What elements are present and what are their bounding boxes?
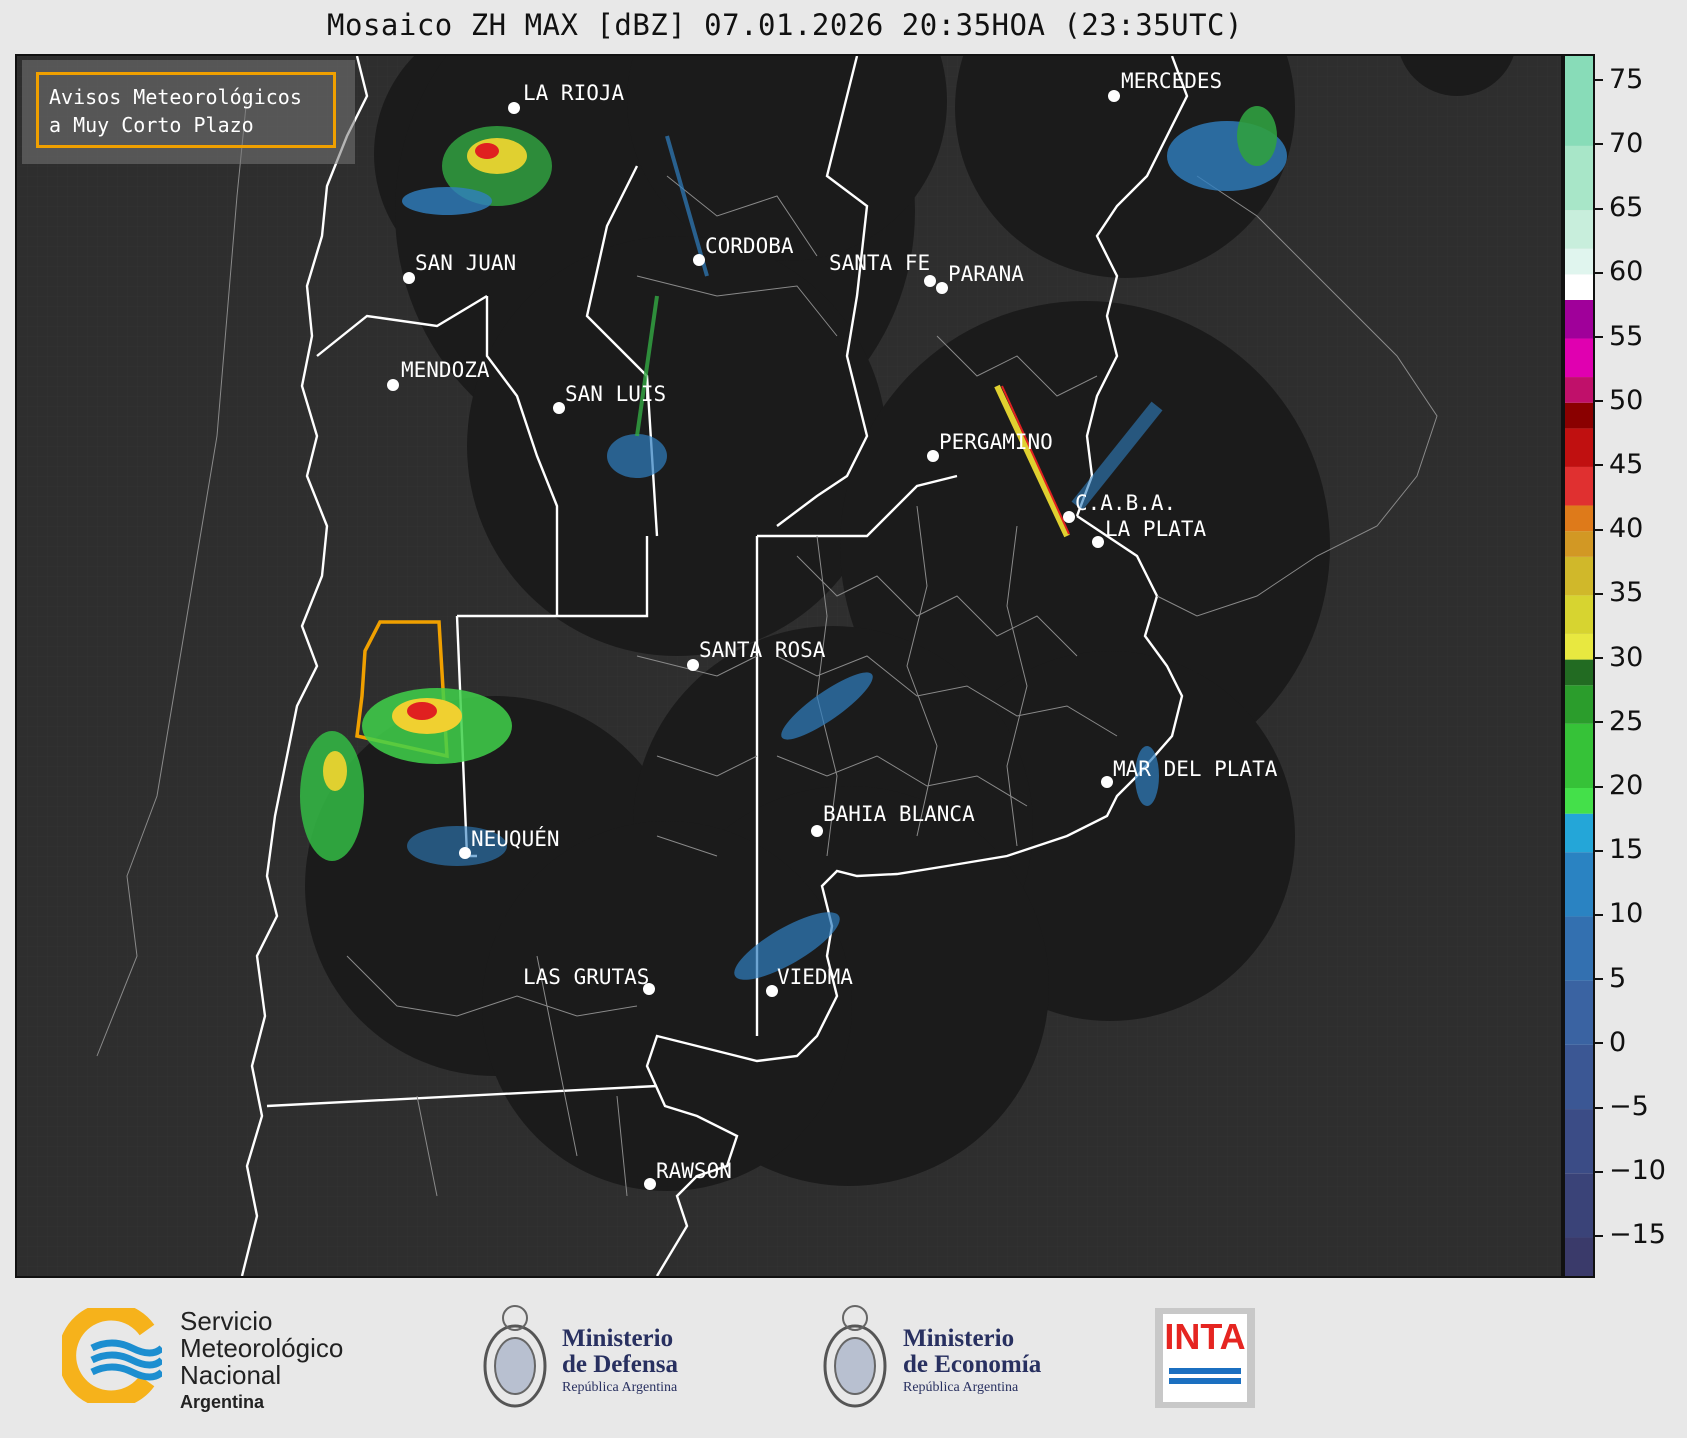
svg-text:LA PLATA: LA PLATA (1105, 517, 1207, 541)
economia-seal-icon (820, 1296, 890, 1416)
svg-text:NEUQUÉN: NEUQUÉN (471, 826, 560, 851)
colorbar-tick-label: 70 (1595, 128, 1643, 159)
warning-legend-box: Avisos Meteorológicos a Muy Corto Plazo (36, 72, 336, 148)
colorbar-tick-label: −15 (1595, 1219, 1666, 1250)
defensa-seal-icon (480, 1296, 550, 1416)
colorbar-segment (1565, 56, 1593, 146)
smn-line1: Servicio (180, 1306, 273, 1336)
warning-legend-line2: a Muy Corto Plazo (49, 113, 254, 137)
svg-text:C.A.B.A.: C.A.B.A. (1075, 491, 1176, 515)
colorbar-tick-label: 55 (1595, 321, 1643, 352)
colorbar-segment (1565, 428, 1593, 467)
warning-legend-line1: Avisos Meteorológicos (49, 85, 302, 109)
map-title: Mosaico ZH MAX [dBZ] 07.01.2026 20:35HOA… (327, 8, 1243, 42)
colorbar-segment (1565, 1237, 1593, 1276)
colorbar-segment (1565, 633, 1593, 660)
colorbar-segment (1565, 300, 1593, 339)
colorbar-tick-label: 75 (1595, 64, 1643, 95)
colorbar-segment (1565, 377, 1593, 403)
svg-text:CORDOBA: CORDOBA (705, 234, 794, 258)
svg-text:VIEDMA: VIEDMA (777, 965, 853, 989)
colorbar-tick-label: 50 (1595, 385, 1643, 416)
colorbar-segment (1565, 595, 1593, 634)
svg-text:RAWSON: RAWSON (656, 1159, 732, 1183)
colorbar-tick-label: 20 (1595, 770, 1643, 801)
smn-line4: Argentina (180, 1392, 265, 1412)
svg-text:SANTA ROSA: SANTA ROSA (699, 638, 826, 662)
smn-line3: Nacional (180, 1360, 282, 1390)
svg-text:PERGAMINO: PERGAMINO (939, 430, 1053, 454)
colorbar-segment (1565, 466, 1593, 506)
colorbar-segment (1565, 916, 1593, 981)
colorbar-ticks: 75 70 65 60 55 50 45 40 35 30 25 20 15 10 5 0 −5 −10 −15 (1595, 54, 1687, 1278)
smn-logo (58, 1302, 165, 1409)
colorbar-segment (1565, 145, 1593, 211)
colorbar-segment (1565, 813, 1593, 853)
svg-text:SAN LUIS: SAN LUIS (565, 382, 666, 406)
colorbar-tick-label: 0 (1595, 1027, 1626, 1058)
colorbar-segment (1565, 210, 1593, 249)
colorbar-tick-label: −5 (1595, 1091, 1649, 1122)
colorbar-segment (1565, 402, 1593, 429)
colorbar-segment (1565, 531, 1593, 557)
svg-text:LA RIOJA: LA RIOJA (523, 81, 625, 105)
radar-map-canvas: LA RIOJA SAN JUAN CORDOBA SANTA FE PARAN… (17, 56, 1561, 1276)
colorbar-tick-label: 25 (1595, 706, 1643, 737)
colorbar-segment (1565, 980, 1593, 1045)
defensa-line1: Ministerio (562, 1325, 674, 1352)
colorbar-tick-label: 40 (1595, 513, 1643, 544)
warning-legend: Avisos Meteorológicos a Muy Corto Plazo (22, 60, 355, 164)
economia-text: Ministerio de Economía República Argenti… (903, 1326, 1041, 1396)
colorbar-tick-label: 5 (1595, 963, 1626, 994)
colorbar-tick-label: −10 (1595, 1155, 1666, 1186)
footer: Servicio Meteorológico Nacional Argentin… (0, 1278, 1687, 1438)
svg-text:SANTA FE: SANTA FE (829, 251, 930, 275)
colorbar-segment (1565, 1044, 1593, 1110)
economia-line2: de Economía (903, 1351, 1042, 1378)
colorbar-segment (1565, 1173, 1593, 1238)
defensa-text: Ministerio de Defensa República Argentin… (562, 1326, 678, 1396)
smn-line2: Meteorológico (180, 1333, 344, 1363)
svg-text:MENDOZA: MENDOZA (401, 358, 490, 382)
defensa-line2: de Defensa (562, 1351, 678, 1378)
svg-text:SAN JUAN: SAN JUAN (415, 251, 516, 275)
smn-logo-text: Servicio Meteorológico Nacional Argentin… (180, 1308, 343, 1416)
colorbar (1563, 54, 1595, 1278)
economia-line1: Ministerio (903, 1325, 1015, 1352)
colorbar-tick-label: 35 (1595, 577, 1643, 608)
colorbar-tick-label: 30 (1595, 642, 1643, 673)
inta-logo: INTA (1155, 1308, 1255, 1408)
colorbar-segment (1565, 852, 1593, 917)
economia-line3: República Argentina (903, 1380, 1019, 1395)
colorbar-tick-label: 60 (1595, 256, 1643, 287)
svg-text:MAR DEL PLATA: MAR DEL PLATA (1113, 757, 1278, 781)
svg-text:BAHIA BLANCA: BAHIA BLANCA (823, 802, 975, 826)
colorbar-gradient (1565, 56, 1593, 1276)
colorbar-segment (1565, 274, 1593, 300)
radar-map: LA RIOJA SAN JUAN CORDOBA SANTA FE PARAN… (15, 54, 1563, 1278)
colorbar-tick-label: 10 (1595, 898, 1643, 929)
colorbar-segment (1565, 788, 1593, 814)
svg-text:MERCEDES: MERCEDES (1121, 69, 1222, 93)
colorbar-segment (1565, 505, 1593, 532)
colorbar-segment (1565, 248, 1593, 275)
svg-text:PARANA: PARANA (948, 262, 1024, 286)
inta-logo-text: INTA (1164, 1316, 1246, 1357)
colorbar-segment (1565, 1109, 1593, 1174)
colorbar-tick-label: 45 (1595, 449, 1643, 480)
colorbar-segment (1565, 556, 1593, 596)
smn-logo-icon (58, 1302, 165, 1409)
defensa-line3: República Argentina (562, 1380, 678, 1395)
colorbar-segment (1565, 723, 1593, 788)
colorbar-segment (1565, 685, 1593, 724)
colorbar-segment (1565, 338, 1593, 378)
colorbar-tick-label: 65 (1595, 192, 1643, 223)
colorbar-segment (1565, 659, 1593, 686)
svg-text:LAS GRUTAS: LAS GRUTAS (523, 965, 649, 989)
colorbar-tick-label: 15 (1595, 834, 1643, 865)
